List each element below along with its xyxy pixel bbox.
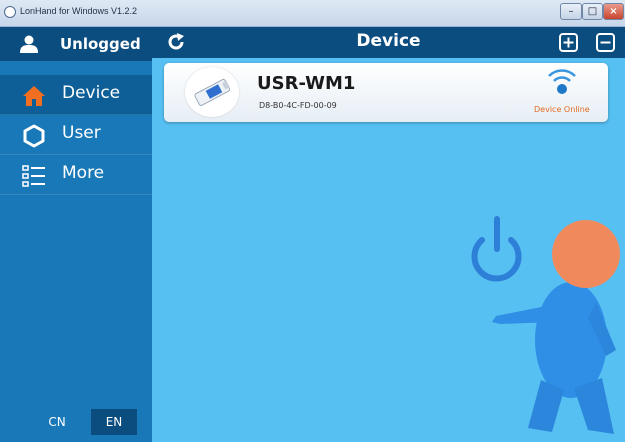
main-panel: Device USR-WM1 D8-B0-4C-FD-00-09 Device … bbox=[152, 27, 625, 442]
close-icon: × bbox=[609, 6, 618, 17]
device-name: USR-WM1 bbox=[257, 73, 356, 94]
close-button[interactable]: × bbox=[603, 3, 624, 20]
app-icon bbox=[4, 6, 16, 18]
home-icon bbox=[23, 86, 45, 106]
minimize-button[interactable]: – bbox=[560, 3, 582, 20]
device-card[interactable]: USR-WM1 D8-B0-4C-FD-00-09 Device Online bbox=[164, 63, 608, 122]
list-icon bbox=[22, 165, 45, 187]
sidebar-item-label: User bbox=[62, 123, 101, 143]
sidebar: Unlogged Device User More CN EN bbox=[0, 27, 152, 442]
sidebar-item-label: More bbox=[62, 163, 105, 183]
power-icon bbox=[471, 216, 522, 282]
main-header: Device bbox=[152, 27, 625, 58]
user-status-label: Unlogged bbox=[60, 35, 141, 53]
device-thumbnail bbox=[185, 67, 239, 117]
sidebar-item-label: Device bbox=[62, 83, 121, 103]
sidebar-item-device[interactable]: Device bbox=[0, 75, 152, 115]
add-device-icon[interactable] bbox=[559, 33, 578, 52]
minimize-icon: – bbox=[568, 6, 574, 17]
gear-icon bbox=[23, 124, 45, 148]
sidebar-item-user[interactable]: User bbox=[0, 115, 152, 155]
mascot-illustration bbox=[471, 216, 620, 434]
window-title: LonHand for Windows V1.2.2 bbox=[20, 6, 138, 16]
remove-device-icon[interactable] bbox=[596, 33, 615, 52]
language-en-button[interactable]: EN bbox=[91, 409, 137, 435]
maximize-button[interactable]: □ bbox=[582, 3, 603, 20]
window-titlebar: LonHand for Windows V1.2.2 – □ × bbox=[0, 0, 625, 27]
user-header[interactable]: Unlogged bbox=[0, 27, 152, 61]
sidebar-item-more[interactable]: More bbox=[0, 155, 152, 195]
device-status: Device Online bbox=[534, 105, 590, 114]
page-title: Device bbox=[356, 31, 421, 51]
device-module-icon bbox=[194, 78, 231, 106]
language-cn-button[interactable]: CN bbox=[34, 409, 80, 435]
device-mac-address: D8-B0-4C-FD-00-09 bbox=[259, 101, 337, 110]
wifi-signal-icon bbox=[548, 69, 576, 94]
user-icon bbox=[20, 35, 38, 53]
maximize-icon: □ bbox=[587, 6, 598, 17]
